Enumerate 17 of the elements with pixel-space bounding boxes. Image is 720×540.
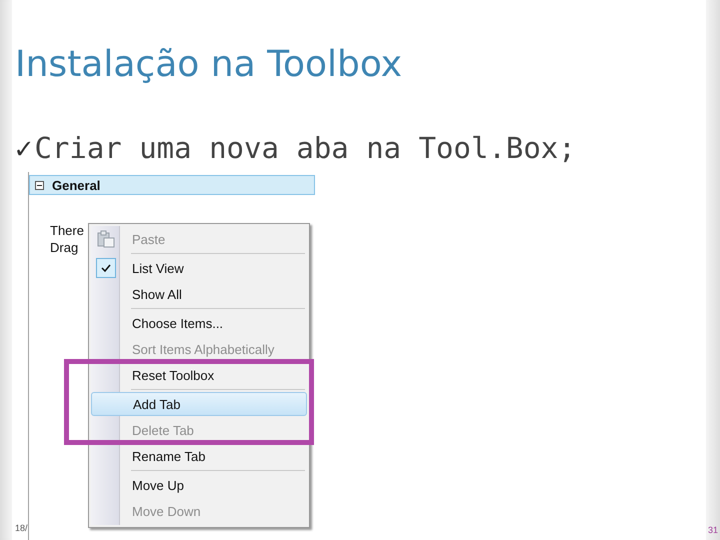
info-text: Drag bbox=[50, 239, 78, 256]
menu-item[interactable]: Reset Toolbox bbox=[132, 368, 214, 383]
clipboard-icon bbox=[97, 230, 115, 248]
menu-item[interactable]: Add Tab bbox=[91, 392, 307, 416]
info-text: There bbox=[50, 222, 84, 240]
toolbox-tab[interactable]: General bbox=[29, 175, 315, 196]
menu-item[interactable]: Choose Items... bbox=[132, 316, 224, 331]
menu-item[interactable]: Move Up bbox=[132, 478, 184, 493]
footer-date: 18/ bbox=[15, 523, 28, 533]
bullet-text: Criar uma nova aba na Tool.Box; bbox=[34, 130, 576, 165]
collapse-icon[interactable] bbox=[35, 180, 44, 190]
menu-item[interactable]: Rename Tab bbox=[132, 448, 206, 464]
check-icon: ✓ bbox=[15, 130, 32, 165]
menu-item[interactable]: List View bbox=[132, 260, 184, 276]
slide-title: Instalação na Toolbox bbox=[15, 44, 404, 87]
page-number: 31 bbox=[708, 525, 718, 535]
menu-item[interactable]: Show All bbox=[132, 286, 182, 302]
